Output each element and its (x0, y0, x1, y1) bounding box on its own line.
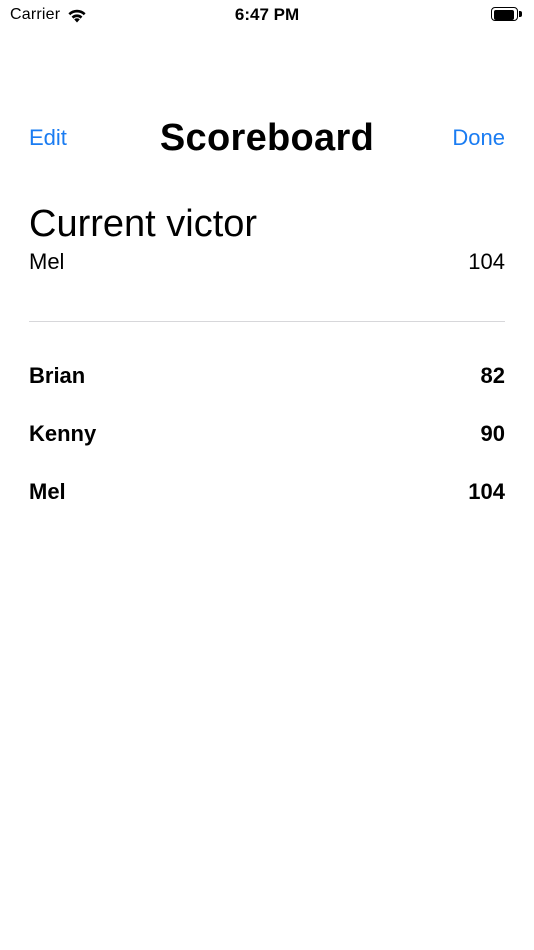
battery-cap (519, 11, 522, 17)
score-list: Brian 82 Kenny 90 Mel 104 (29, 360, 505, 534)
player-name: Kenny (29, 421, 97, 446)
status-bar: Carrier 6:47 PM (0, 0, 534, 30)
victor-row: Mel 104 (29, 248, 505, 276)
victor-heading: Current victor (29, 203, 258, 245)
score-row[interactable]: Kenny 90 (29, 418, 505, 476)
navigation-bar: Edit Scoreboard Done (0, 112, 534, 164)
battery-body (491, 7, 518, 21)
victor-name: Mel (29, 249, 65, 274)
done-button[interactable]: Done (452, 124, 505, 152)
player-score: 82 (480, 363, 505, 388)
score-row[interactable]: Mel 104 (29, 476, 505, 534)
battery-icon (491, 7, 524, 23)
battery-fill (494, 10, 514, 20)
player-score: 104 (468, 479, 505, 504)
section-divider (29, 321, 505, 322)
status-time: 6:47 PM (234, 5, 300, 24)
victor-score: 104 (468, 249, 505, 274)
player-score: 90 (480, 421, 505, 446)
score-row[interactable]: Brian 82 (29, 360, 505, 418)
player-name: Brian (29, 363, 86, 388)
player-name: Mel (29, 479, 66, 504)
